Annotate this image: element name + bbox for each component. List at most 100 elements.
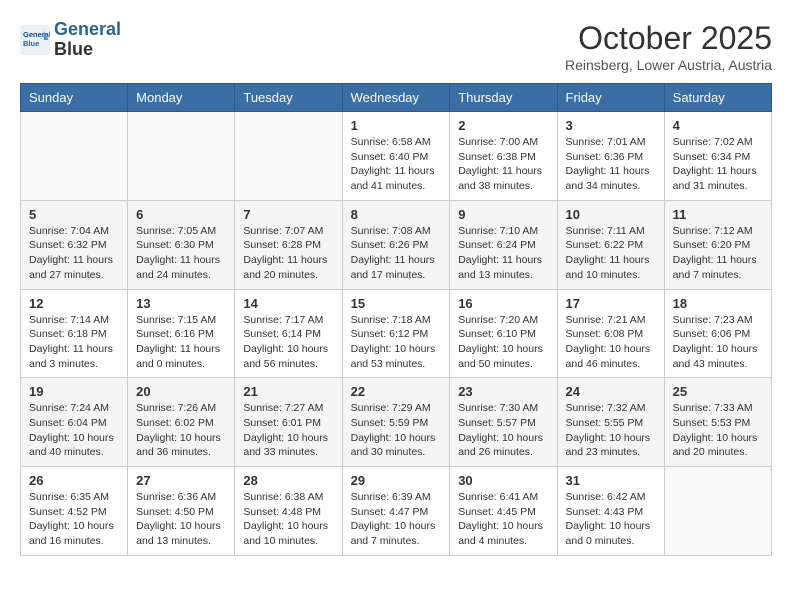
- day-number: 7: [243, 207, 333, 222]
- day-number: 12: [29, 296, 119, 311]
- day-detail: Sunrise: 7:23 AMSunset: 6:06 PMDaylight:…: [673, 313, 763, 372]
- day-cell-3: 3 Sunrise: 7:01 AMSunset: 6:36 PMDaylight…: [557, 112, 664, 201]
- day-detail: Sunrise: 7:05 AMSunset: 6:30 PMDaylight:…: [136, 224, 226, 283]
- day-detail: Sunrise: 7:21 AMSunset: 6:08 PMDaylight:…: [566, 313, 656, 372]
- day-number: 15: [351, 296, 442, 311]
- day-number: 2: [458, 118, 548, 133]
- day-cell-31: 31 Sunrise: 6:42 AMSunset: 4:43 PMDayligh…: [557, 467, 664, 556]
- day-cell-24: 24 Sunrise: 7:32 AMSunset: 5:55 PMDayligh…: [557, 378, 664, 467]
- day-number: 10: [566, 207, 656, 222]
- day-detail: Sunrise: 7:27 AMSunset: 6:01 PMDaylight:…: [243, 401, 333, 460]
- day-cell-15: 15 Sunrise: 7:18 AMSunset: 6:12 PMDayligh…: [342, 289, 450, 378]
- week-row-1: 1 Sunrise: 6:58 AMSunset: 6:40 PMDaylight…: [21, 112, 772, 201]
- day-cell-11: 11Sunrise: 7:12 AMSunset: 6:20 PMDayligh…: [664, 200, 771, 289]
- day-number: 14: [243, 296, 333, 311]
- day-cell-6: 6 Sunrise: 7:05 AMSunset: 6:30 PMDaylight…: [128, 200, 235, 289]
- day-detail: Sunrise: 6:41 AMSunset: 4:45 PMDaylight:…: [458, 490, 548, 549]
- day-number: 17: [566, 296, 656, 311]
- day-cell-17: 17 Sunrise: 7:21 AMSunset: 6:08 PMDayligh…: [557, 289, 664, 378]
- day-cell-22: 22Sunrise: 7:29 AMSunset: 5:59 PMDayligh…: [342, 378, 450, 467]
- day-detail: Sunrise: 7:11 AMSunset: 6:22 PMDaylight:…: [566, 224, 656, 283]
- day-header-saturday: Saturday: [664, 84, 771, 112]
- week-row-2: 5 Sunrise: 7:04 AMSunset: 6:32 PMDaylight…: [21, 200, 772, 289]
- day-number: 21: [243, 384, 333, 399]
- day-number: 4: [673, 118, 763, 133]
- day-number: 19: [29, 384, 119, 399]
- day-cell-21: 21 Sunrise: 7:27 AMSunset: 6:01 PMDayligh…: [235, 378, 342, 467]
- svg-text:Blue: Blue: [23, 39, 39, 48]
- day-number: 9: [458, 207, 548, 222]
- week-row-5: 26 Sunrise: 6:35 AMSunset: 4:52 PMDayligh…: [21, 467, 772, 556]
- day-detail: Sunrise: 7:18 AMSunset: 6:12 PMDaylight:…: [351, 313, 442, 372]
- day-detail: Sunrise: 7:33 AMSunset: 5:53 PMDaylight:…: [673, 401, 763, 460]
- day-number: 1: [351, 118, 442, 133]
- month-title: October 2025: [565, 20, 772, 57]
- day-cell-2: 2Sunrise: 7:00 AMSunset: 6:38 PMDaylight…: [450, 112, 557, 201]
- day-cell-9: 9Sunrise: 7:10 AMSunset: 6:24 PMDaylight…: [450, 200, 557, 289]
- day-cell-4: 4 Sunrise: 7:02 AMSunset: 6:34 PMDaylight…: [664, 112, 771, 201]
- day-cell-29: 29 Sunrise: 6:39 AMSunset: 4:47 PMDayligh…: [342, 467, 450, 556]
- day-number: 5: [29, 207, 119, 222]
- day-number: 31: [566, 473, 656, 488]
- day-cell-27: 27Sunrise: 6:36 AMSunset: 4:50 PMDayligh…: [128, 467, 235, 556]
- day-cell-25: 25 Sunrise: 7:33 AMSunset: 5:53 PMDayligh…: [664, 378, 771, 467]
- empty-cell: [235, 112, 342, 201]
- day-number: 8: [351, 207, 442, 222]
- day-detail: Sunrise: 7:14 AMSunset: 6:18 PMDaylight:…: [29, 313, 119, 372]
- day-number: 22: [351, 384, 442, 399]
- day-detail: Sunrise: 6:39 AMSunset: 4:47 PMDaylight:…: [351, 490, 442, 549]
- day-number: 27: [136, 473, 226, 488]
- day-detail: Sunrise: 7:08 AMSunset: 6:26 PMDaylight:…: [351, 224, 442, 283]
- day-header-sunday: Sunday: [21, 84, 128, 112]
- day-cell-19: 19Sunrise: 7:24 AMSunset: 6:04 PMDayligh…: [21, 378, 128, 467]
- calendar-table: SundayMondayTuesdayWednesdayThursdayFrid…: [20, 83, 772, 556]
- day-detail: Sunrise: 7:32 AMSunset: 5:55 PMDaylight:…: [566, 401, 656, 460]
- logo: General Blue GeneralBlue: [20, 20, 121, 60]
- day-number: 16: [458, 296, 548, 311]
- day-header-tuesday: Tuesday: [235, 84, 342, 112]
- day-detail: Sunrise: 7:01 AMSunset: 6:36 PMDaylight:…: [566, 135, 656, 194]
- day-detail: Sunrise: 6:42 AMSunset: 4:43 PMDaylight:…: [566, 490, 656, 549]
- day-number: 6: [136, 207, 226, 222]
- day-cell-7: 7 Sunrise: 7:07 AMSunset: 6:28 PMDaylight…: [235, 200, 342, 289]
- empty-cell: [128, 112, 235, 201]
- logo-icon: General Blue: [20, 25, 50, 55]
- day-cell-20: 20 Sunrise: 7:26 AMSunset: 6:02 PMDayligh…: [128, 378, 235, 467]
- day-header-friday: Friday: [557, 84, 664, 112]
- day-detail: Sunrise: 6:58 AMSunset: 6:40 PMDaylight:…: [351, 135, 442, 194]
- day-detail: Sunrise: 6:35 AMSunset: 4:52 PMDaylight:…: [29, 490, 119, 549]
- title-block: October 2025 Reinsberg, Lower Austria, A…: [565, 20, 772, 73]
- day-cell-12: 12 Sunrise: 7:14 AMSunset: 6:18 PMDayligh…: [21, 289, 128, 378]
- day-number: 11: [673, 207, 763, 222]
- day-cell-30: 30Sunrise: 6:41 AMSunset: 4:45 PMDayligh…: [450, 467, 557, 556]
- day-number: 25: [673, 384, 763, 399]
- day-number: 20: [136, 384, 226, 399]
- day-number: 26: [29, 473, 119, 488]
- day-number: 3: [566, 118, 656, 133]
- day-detail: Sunrise: 7:26 AMSunset: 6:02 PMDaylight:…: [136, 401, 226, 460]
- week-row-3: 12 Sunrise: 7:14 AMSunset: 6:18 PMDayligh…: [21, 289, 772, 378]
- day-number: 29: [351, 473, 442, 488]
- day-cell-26: 26 Sunrise: 6:35 AMSunset: 4:52 PMDayligh…: [21, 467, 128, 556]
- day-detail: Sunrise: 7:30 AMSunset: 5:57 PMDaylight:…: [458, 401, 548, 460]
- day-cell-5: 5 Sunrise: 7:04 AMSunset: 6:32 PMDaylight…: [21, 200, 128, 289]
- day-number: 24: [566, 384, 656, 399]
- day-cell-28: 28 Sunrise: 6:38 AMSunset: 4:48 PMDayligh…: [235, 467, 342, 556]
- day-detail: Sunrise: 7:17 AMSunset: 6:14 PMDaylight:…: [243, 313, 333, 372]
- day-number: 13: [136, 296, 226, 311]
- day-detail: Sunrise: 7:07 AMSunset: 6:28 PMDaylight:…: [243, 224, 333, 283]
- day-header-monday: Monday: [128, 84, 235, 112]
- day-cell-14: 14 Sunrise: 7:17 AMSunset: 6:14 PMDayligh…: [235, 289, 342, 378]
- day-number: 28: [243, 473, 333, 488]
- day-header-wednesday: Wednesday: [342, 84, 450, 112]
- day-detail: Sunrise: 7:20 AMSunset: 6:10 PMDaylight:…: [458, 313, 548, 372]
- day-detail: Sunrise: 6:38 AMSunset: 4:48 PMDaylight:…: [243, 490, 333, 549]
- week-row-4: 19Sunrise: 7:24 AMSunset: 6:04 PMDayligh…: [21, 378, 772, 467]
- day-detail: Sunrise: 7:02 AMSunset: 6:34 PMDaylight:…: [673, 135, 763, 194]
- day-cell-16: 16 Sunrise: 7:20 AMSunset: 6:10 PMDayligh…: [450, 289, 557, 378]
- day-cell-23: 23 Sunrise: 7:30 AMSunset: 5:57 PMDayligh…: [450, 378, 557, 467]
- day-number: 18: [673, 296, 763, 311]
- day-cell-18: 18 Sunrise: 7:23 AMSunset: 6:06 PMDayligh…: [664, 289, 771, 378]
- day-number: 23: [458, 384, 548, 399]
- day-detail: Sunrise: 7:04 AMSunset: 6:32 PMDaylight:…: [29, 224, 119, 283]
